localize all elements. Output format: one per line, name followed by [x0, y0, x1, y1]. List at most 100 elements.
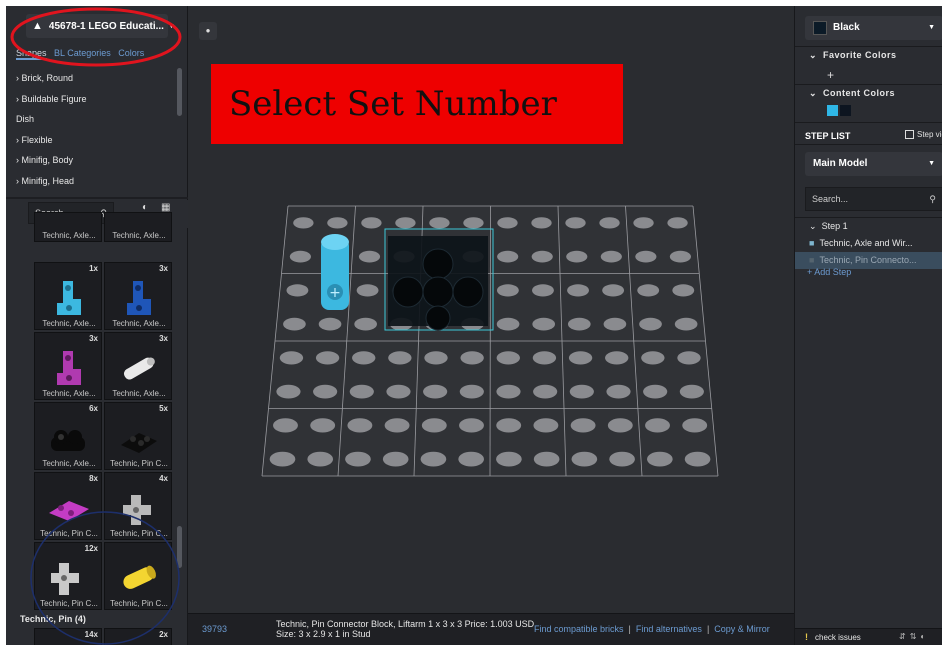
- parts-tabs: Shapes BL Categories Colors: [6, 48, 188, 64]
- add-step-button[interactable]: + Add Step: [807, 267, 851, 277]
- part-tile[interactable]: 3x Technic, Axle...: [34, 332, 102, 400]
- baseplate-stud: [315, 351, 340, 365]
- parts-scrollbar[interactable]: [177, 526, 182, 568]
- baseplate-stud: [647, 451, 673, 467]
- check-issues-link[interactable]: check issues: [815, 633, 861, 642]
- part-name: Technic, Pin C...: [40, 529, 98, 538]
- part-thumbnail: [57, 281, 81, 315]
- baseplate-stud: [358, 250, 381, 263]
- step-row[interactable]: ⌄ Step 1: [795, 218, 942, 235]
- add-favorite-color-icon[interactable]: +: [827, 68, 834, 82]
- panel-divider[interactable]: [6, 197, 188, 199]
- baseplate-stud: [423, 384, 448, 399]
- category-item[interactable]: › Buildable Figure: [6, 89, 188, 110]
- part-thumbnail: [57, 351, 81, 385]
- search-icon: ⚲: [929, 194, 936, 204]
- category-item[interactable]: › Minifig, Body: [6, 150, 188, 171]
- part-tile[interactable]: 3x Technic, Axle...: [104, 332, 172, 400]
- right-panel: Black ▼ ⌄ Favorite Colors + ⌄ Content Co…: [794, 6, 942, 645]
- 3d-viewport[interactable]: ● + Select Set Number 39793 Technic, Pin…: [188, 6, 794, 645]
- part-name: Technic, Axle...: [112, 231, 166, 240]
- tab-bl-categories[interactable]: BL Categories: [54, 48, 111, 58]
- color-selector[interactable]: Black ▼: [805, 16, 942, 40]
- part-thumbnail: [51, 430, 85, 451]
- favorite-colors-header[interactable]: ⌄ Favorite Colors: [809, 50, 897, 61]
- checkbox-icon[interactable]: [905, 130, 914, 140]
- content-color-swatch[interactable]: [827, 105, 838, 116]
- chevron-down-icon: ⌄: [809, 50, 824, 60]
- part-name: Technic, Pin C...: [110, 599, 168, 608]
- baseplate-stud: [679, 384, 704, 399]
- part-tile[interactable]: 14x: [34, 628, 102, 645]
- copy-mirror-link[interactable]: Copy & Mirror: [714, 624, 770, 634]
- baseplate-stud: [318, 317, 342, 331]
- parts-panel: ▲ 45678-1 LEGO Educati... ▼ Shapes BL Ca…: [6, 6, 188, 645]
- color-swatch: [813, 21, 827, 35]
- part-tile[interactable]: 4x Technic, Pin C...: [104, 472, 172, 540]
- part-tile[interactable]: 8x Technic, Pin C...: [34, 472, 102, 540]
- baseplate-stud: [533, 451, 560, 467]
- part-tile[interactable]: 3x Technic, Axle...: [104, 262, 172, 330]
- category-scrollbar[interactable]: [177, 68, 182, 116]
- baseplate-stud: [643, 384, 668, 399]
- baseplate-stud: [672, 284, 695, 297]
- part-name: Technic, Axle...: [42, 459, 96, 468]
- baseplate-stud: [352, 351, 376, 365]
- category-item[interactable]: › Brick, Round: [6, 68, 188, 89]
- baseplate-stud: [424, 351, 448, 365]
- part-tile[interactable]: 2x: [104, 628, 172, 645]
- part-tile[interactable]: 5x Technic, Pin C...: [104, 402, 172, 470]
- technic-axle-piece[interactable]: +: [321, 234, 349, 310]
- part-tile[interactable]: 12x Technic, Pin C...: [34, 542, 102, 610]
- chevron-down-icon: ▼: [928, 24, 935, 31]
- part-tile[interactable]: 1x Technic, Axle...: [34, 262, 102, 330]
- part-icon: ■: [809, 255, 815, 265]
- part-qty: 12x: [84, 544, 98, 553]
- category-item[interactable]: › Minifig, Head: [6, 171, 188, 192]
- search-placeholder: Search...: [812, 194, 849, 204]
- tab-colors[interactable]: Colors: [118, 48, 144, 58]
- content-color-swatch[interactable]: [840, 105, 851, 116]
- baseplate-stud: [609, 451, 635, 467]
- part-qty: 3x: [159, 334, 168, 343]
- baseplate-stud: [496, 284, 519, 297]
- baseplate-stud: [345, 451, 371, 467]
- category-item[interactable]: Dish: [6, 109, 188, 130]
- part-group-label: Technic, Pin (4): [20, 614, 86, 624]
- model-selector[interactable]: Main Model ▼: [805, 152, 942, 176]
- find-alternatives-link[interactable]: Find alternatives: [636, 624, 702, 634]
- baseplate-stud: [310, 418, 336, 433]
- part-tile[interactable]: Technic, Axle...: [34, 212, 102, 242]
- part-tile[interactable]: Technic, Pin C...: [104, 542, 172, 610]
- divider: [795, 122, 942, 123]
- tab-shapes[interactable]: Shapes: [16, 48, 47, 60]
- part-name: Technic, Axle...: [42, 319, 96, 328]
- set-selector-button[interactable]: ▲ 45678-1 LEGO Educati... ▼: [26, 14, 175, 38]
- baseplate-stud: [606, 384, 631, 399]
- part-tile[interactable]: Technic, Axle...: [104, 212, 172, 242]
- baseplate-stud: [283, 317, 306, 331]
- baseplate-stud: [293, 217, 314, 229]
- baseplate-stud: [496, 451, 522, 467]
- baseplate-stud: [531, 217, 552, 229]
- step-view-toggle[interactable]: Step view: [905, 130, 942, 140]
- part-name: Technic, Pin C...: [110, 529, 168, 538]
- part-description: Technic, Pin Connector Block, Liftarm 1 …: [276, 619, 535, 639]
- status-toolbar-icons[interactable]: ⇵⇅◐: [899, 632, 929, 641]
- part-name: Technic, Axle...: [112, 319, 166, 328]
- step-list-title: STEP LIST: [805, 131, 851, 141]
- content-colors-header[interactable]: ⌄ Content Colors: [809, 88, 895, 99]
- step-part-row[interactable]: ■ Technic, Axle and Wir...: [795, 235, 942, 252]
- part-name: Technic, Axle...: [42, 389, 96, 398]
- step-search-input[interactable]: Search... ⚲: [805, 187, 942, 211]
- baseplate-stud: [532, 351, 557, 365]
- category-item[interactable]: › Flexible: [6, 130, 188, 151]
- selected-pin-connector-block[interactable]: [384, 228, 494, 331]
- find-compatible-link[interactable]: Find compatible bricks: [534, 624, 624, 634]
- divider: [795, 46, 942, 47]
- baseplate-stud: [531, 250, 553, 263]
- baseplate-stud: [571, 451, 598, 467]
- part-tile[interactable]: 6x Technic, Axle...: [34, 402, 102, 470]
- part-qty: 6x: [89, 404, 98, 413]
- part-number[interactable]: 39793: [202, 624, 227, 634]
